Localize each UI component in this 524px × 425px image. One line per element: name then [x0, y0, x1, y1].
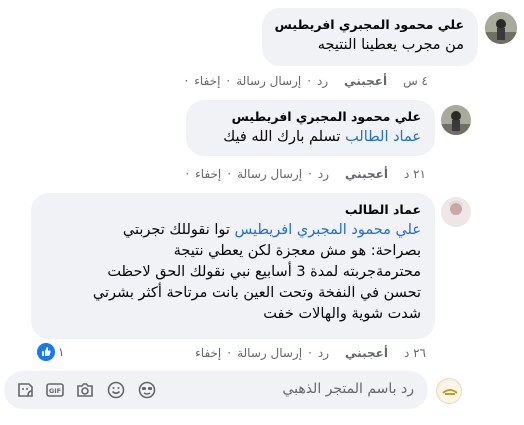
mention-link[interactable]: عماد الطالب	[345, 129, 421, 145]
like-button[interactable]: أعجبني	[345, 346, 388, 360]
comment-text: عماد الطالب تسلم بارك الله فيك	[223, 129, 421, 145]
comment-text-line: بصراحة: هو مش معجزة لكن يعطي نتيجة	[173, 243, 421, 259]
avatar-sticker-icon[interactable]	[138, 381, 156, 399]
reply-button[interactable]: رد	[318, 346, 329, 360]
reply-button[interactable]: رد	[318, 167, 329, 181]
comment-time[interactable]: ٢١ د	[404, 167, 426, 181]
mention-link[interactable]: علي محمود المجبري افريطيس	[235, 222, 422, 238]
send-message-button[interactable]: إرسال رسالة	[236, 74, 301, 88]
commenter-avatar[interactable]	[441, 197, 471, 227]
commenter-avatar[interactable]	[485, 12, 517, 44]
hide-button[interactable]: إخفاء	[194, 74, 220, 88]
like-button[interactable]: أعجبني	[345, 167, 388, 181]
reply-button[interactable]: رد	[317, 74, 328, 88]
gif-icon[interactable]: GIF	[46, 381, 64, 399]
hide-button[interactable]: إخفاء	[195, 167, 221, 181]
emoji-icon[interactable]	[107, 381, 125, 399]
commenter-avatar[interactable]	[441, 105, 471, 135]
sticker-icon[interactable]	[16, 381, 34, 399]
svg-text:GIF: GIF	[49, 387, 61, 395]
like-button[interactable]: أعجبني	[344, 74, 387, 88]
reply-input[interactable]: رد باسم المتجر الذهبي GIF	[4, 371, 428, 409]
camera-icon[interactable]	[76, 381, 94, 399]
comment-time[interactable]: ٢٦ د	[404, 346, 426, 360]
comment-text: علي محمود المجبري افريطيس توا نقوللك تجر…	[122, 222, 422, 238]
reply-placeholder: رد باسم المتجر الذهبي	[282, 381, 414, 397]
comment-author[interactable]: علي محمود المجبري افريطيس	[272, 17, 464, 32]
comment-text-line: شدت شوية والهالات خفت	[263, 306, 421, 322]
send-message-button[interactable]: إرسال رسالة	[237, 167, 302, 181]
page-avatar	[436, 378, 462, 404]
comment-bubble: علي محمود المجبري افريطيس من مجرب يعطينا…	[262, 8, 478, 66]
comment-actions: ٢١ د أعجبني رد · إرسال رسالة · إخفاء ·	[185, 167, 426, 181]
reaction-summary[interactable]: ١	[37, 343, 64, 361]
comment-time[interactable]: ٤ س	[403, 74, 428, 88]
send-message-button[interactable]: إرسال رسالة	[237, 346, 302, 360]
comment-bubble: عماد الطالب علي محمود المجبري افريطيس تو…	[31, 193, 435, 339]
comment-author[interactable]: عماد الطالب	[41, 202, 421, 217]
comment-text: من مجرب يعطينا النتيجه	[317, 37, 464, 53]
comment-actions: ٤ س أعجبني رد · إرسال رسالة · إخفاء ·	[184, 74, 428, 88]
hide-button[interactable]: إخفاء	[195, 346, 221, 360]
reaction-count: ١	[58, 345, 65, 359]
comment-text-line: محترمةجربته لمدة 3 أسابيع نبي نقولك الحق…	[107, 264, 421, 280]
comment-author[interactable]: علي محمود المجبري افريطيس	[196, 109, 421, 124]
comment-bubble: علي محمود المجبري افريطيس عماد الطالب تس…	[186, 100, 435, 156]
like-icon	[37, 343, 55, 361]
comment-actions: ٢٦ د أعجبني رد · إرسال رسالة · إخفاء	[195, 346, 426, 360]
comment-text-line: تحسن في النفخة وتحت العين بانت مرتاحة أك…	[92, 285, 421, 301]
